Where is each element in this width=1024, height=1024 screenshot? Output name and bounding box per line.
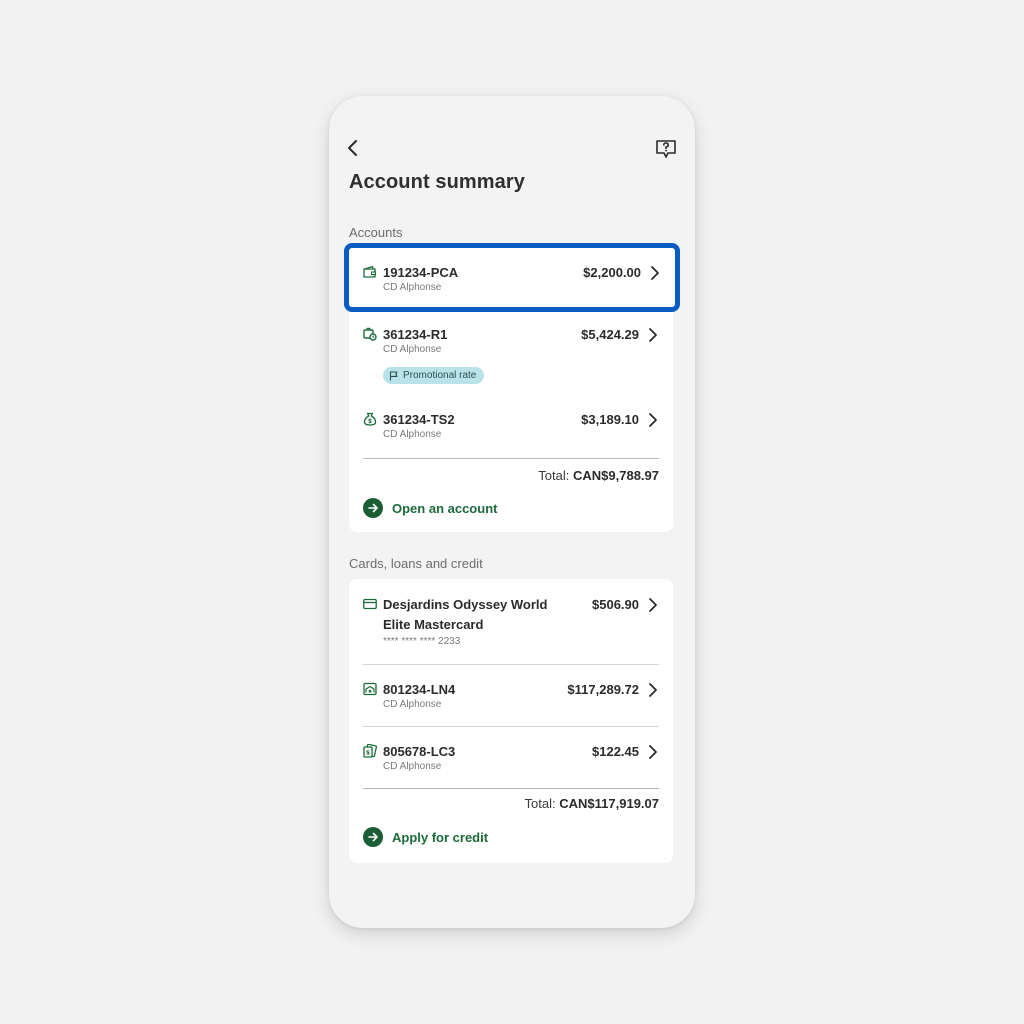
- accounts-section-label: Accounts: [349, 225, 403, 240]
- credit-line-number: 805678-LC3: [383, 744, 456, 759]
- promotional-rate-badge: Promotional rate: [383, 367, 485, 384]
- credit-row-801234-LN4[interactable]: 801234-LN4 CD Alphonse $117,289.72: [363, 680, 659, 716]
- loan-icon: [363, 682, 377, 696]
- account-balance: $3,189.10: [581, 412, 639, 427]
- account-row-content: 191234-PCA CD Alphonse $2,200.00: [363, 263, 661, 299]
- arrow-right-circle-icon: [363, 498, 383, 518]
- credit-line-owner: CD Alphonse: [383, 761, 442, 772]
- help-chat-icon: [656, 140, 676, 158]
- loan-number: 801234-LN4: [383, 682, 456, 697]
- credit-line-balance: $122.45: [592, 744, 639, 759]
- svg-text:$: $: [368, 418, 372, 425]
- chevron-right-icon: [649, 745, 657, 759]
- help-button[interactable]: [653, 136, 679, 162]
- total-value: CAN$117,919.07: [559, 796, 659, 811]
- card-name-line1: Desjardins Odyssey World: [383, 597, 548, 612]
- chevron-right-icon: [649, 413, 657, 427]
- money-bag-icon: $: [363, 412, 377, 426]
- page-title: Account summary: [349, 171, 525, 193]
- badge-label: Promotional rate: [403, 370, 477, 381]
- apply-credit-label: Apply for credit: [392, 829, 489, 845]
- account-balance: $2,200.00: [583, 265, 641, 280]
- account-owner: CD Alphonse: [383, 344, 442, 355]
- account-owner: CD Alphonse: [383, 282, 442, 293]
- chevron-right-icon: [649, 328, 657, 342]
- total-label: Total:: [524, 796, 556, 811]
- row-divider: [363, 726, 659, 727]
- account-row-191234-PCA[interactable]: 191234-PCA CD Alphonse $2,200.00: [344, 243, 680, 312]
- account-number: 361234-R1: [383, 327, 448, 342]
- chevron-right-icon: [649, 598, 657, 612]
- credit-card-panel: Desjardins Odyssey World Elite Mastercar…: [349, 579, 673, 863]
- accounts-total-divider: [363, 458, 659, 459]
- chevron-left-icon: [348, 140, 357, 156]
- phone-screen: Account summary Accounts 361234-R1 CD Al…: [329, 96, 695, 928]
- credit-card-icon: [363, 598, 377, 610]
- apply-for-credit-button[interactable]: Apply for credit: [363, 827, 488, 847]
- account-owner: CD Alphonse: [383, 429, 442, 440]
- credit-total-divider: [363, 788, 659, 789]
- card-name-line2: Elite Mastercard: [383, 617, 484, 632]
- account-number: 191234-PCA: [383, 265, 459, 280]
- open-account-label: Open an account: [392, 500, 498, 516]
- credit-row-805678-LC3[interactable]: $ 805678-LC3 CD Alphonse $122.45: [363, 742, 659, 778]
- credit-row-mastercard[interactable]: Desjardins Odyssey World Elite Mastercar…: [363, 595, 659, 661]
- total-value: CAN$9,788.97: [573, 468, 659, 483]
- accounts-total: Total: CAN$9,788.97: [538, 468, 659, 483]
- account-number: 361234-TS2: [383, 412, 455, 427]
- credit-total: Total: CAN$117,919.07: [525, 796, 659, 811]
- chevron-right-icon: [651, 266, 659, 280]
- back-button[interactable]: [341, 136, 365, 160]
- wallet-icon: [363, 265, 377, 278]
- loan-owner: CD Alphonse: [383, 699, 442, 710]
- row-divider: [363, 664, 659, 665]
- svg-text:$: $: [366, 750, 370, 757]
- account-balance: $5,424.29: [581, 327, 639, 342]
- flag-icon: [389, 370, 398, 380]
- arrow-right-circle-icon: [363, 827, 383, 847]
- loan-balance: $117,289.72: [567, 682, 639, 697]
- credit-section-label: Cards, loans and credit: [349, 556, 483, 571]
- credit-line-icon: $: [363, 744, 377, 758]
- savings-clock-icon: [363, 327, 377, 341]
- account-row-361234-R1[interactable]: 361234-R1 CD Alphonse $5,424.29 Promotio…: [363, 325, 659, 385]
- account-row-361234-TS2[interactable]: $ 361234-TS2 CD Alphonse $3,189.10: [363, 410, 659, 446]
- card-number: **** **** **** 2233: [383, 636, 461, 647]
- chevron-right-icon: [649, 683, 657, 697]
- open-account-button[interactable]: Open an account: [363, 498, 497, 518]
- card-balance: $506.90: [592, 597, 639, 612]
- total-label: Total:: [538, 468, 570, 483]
